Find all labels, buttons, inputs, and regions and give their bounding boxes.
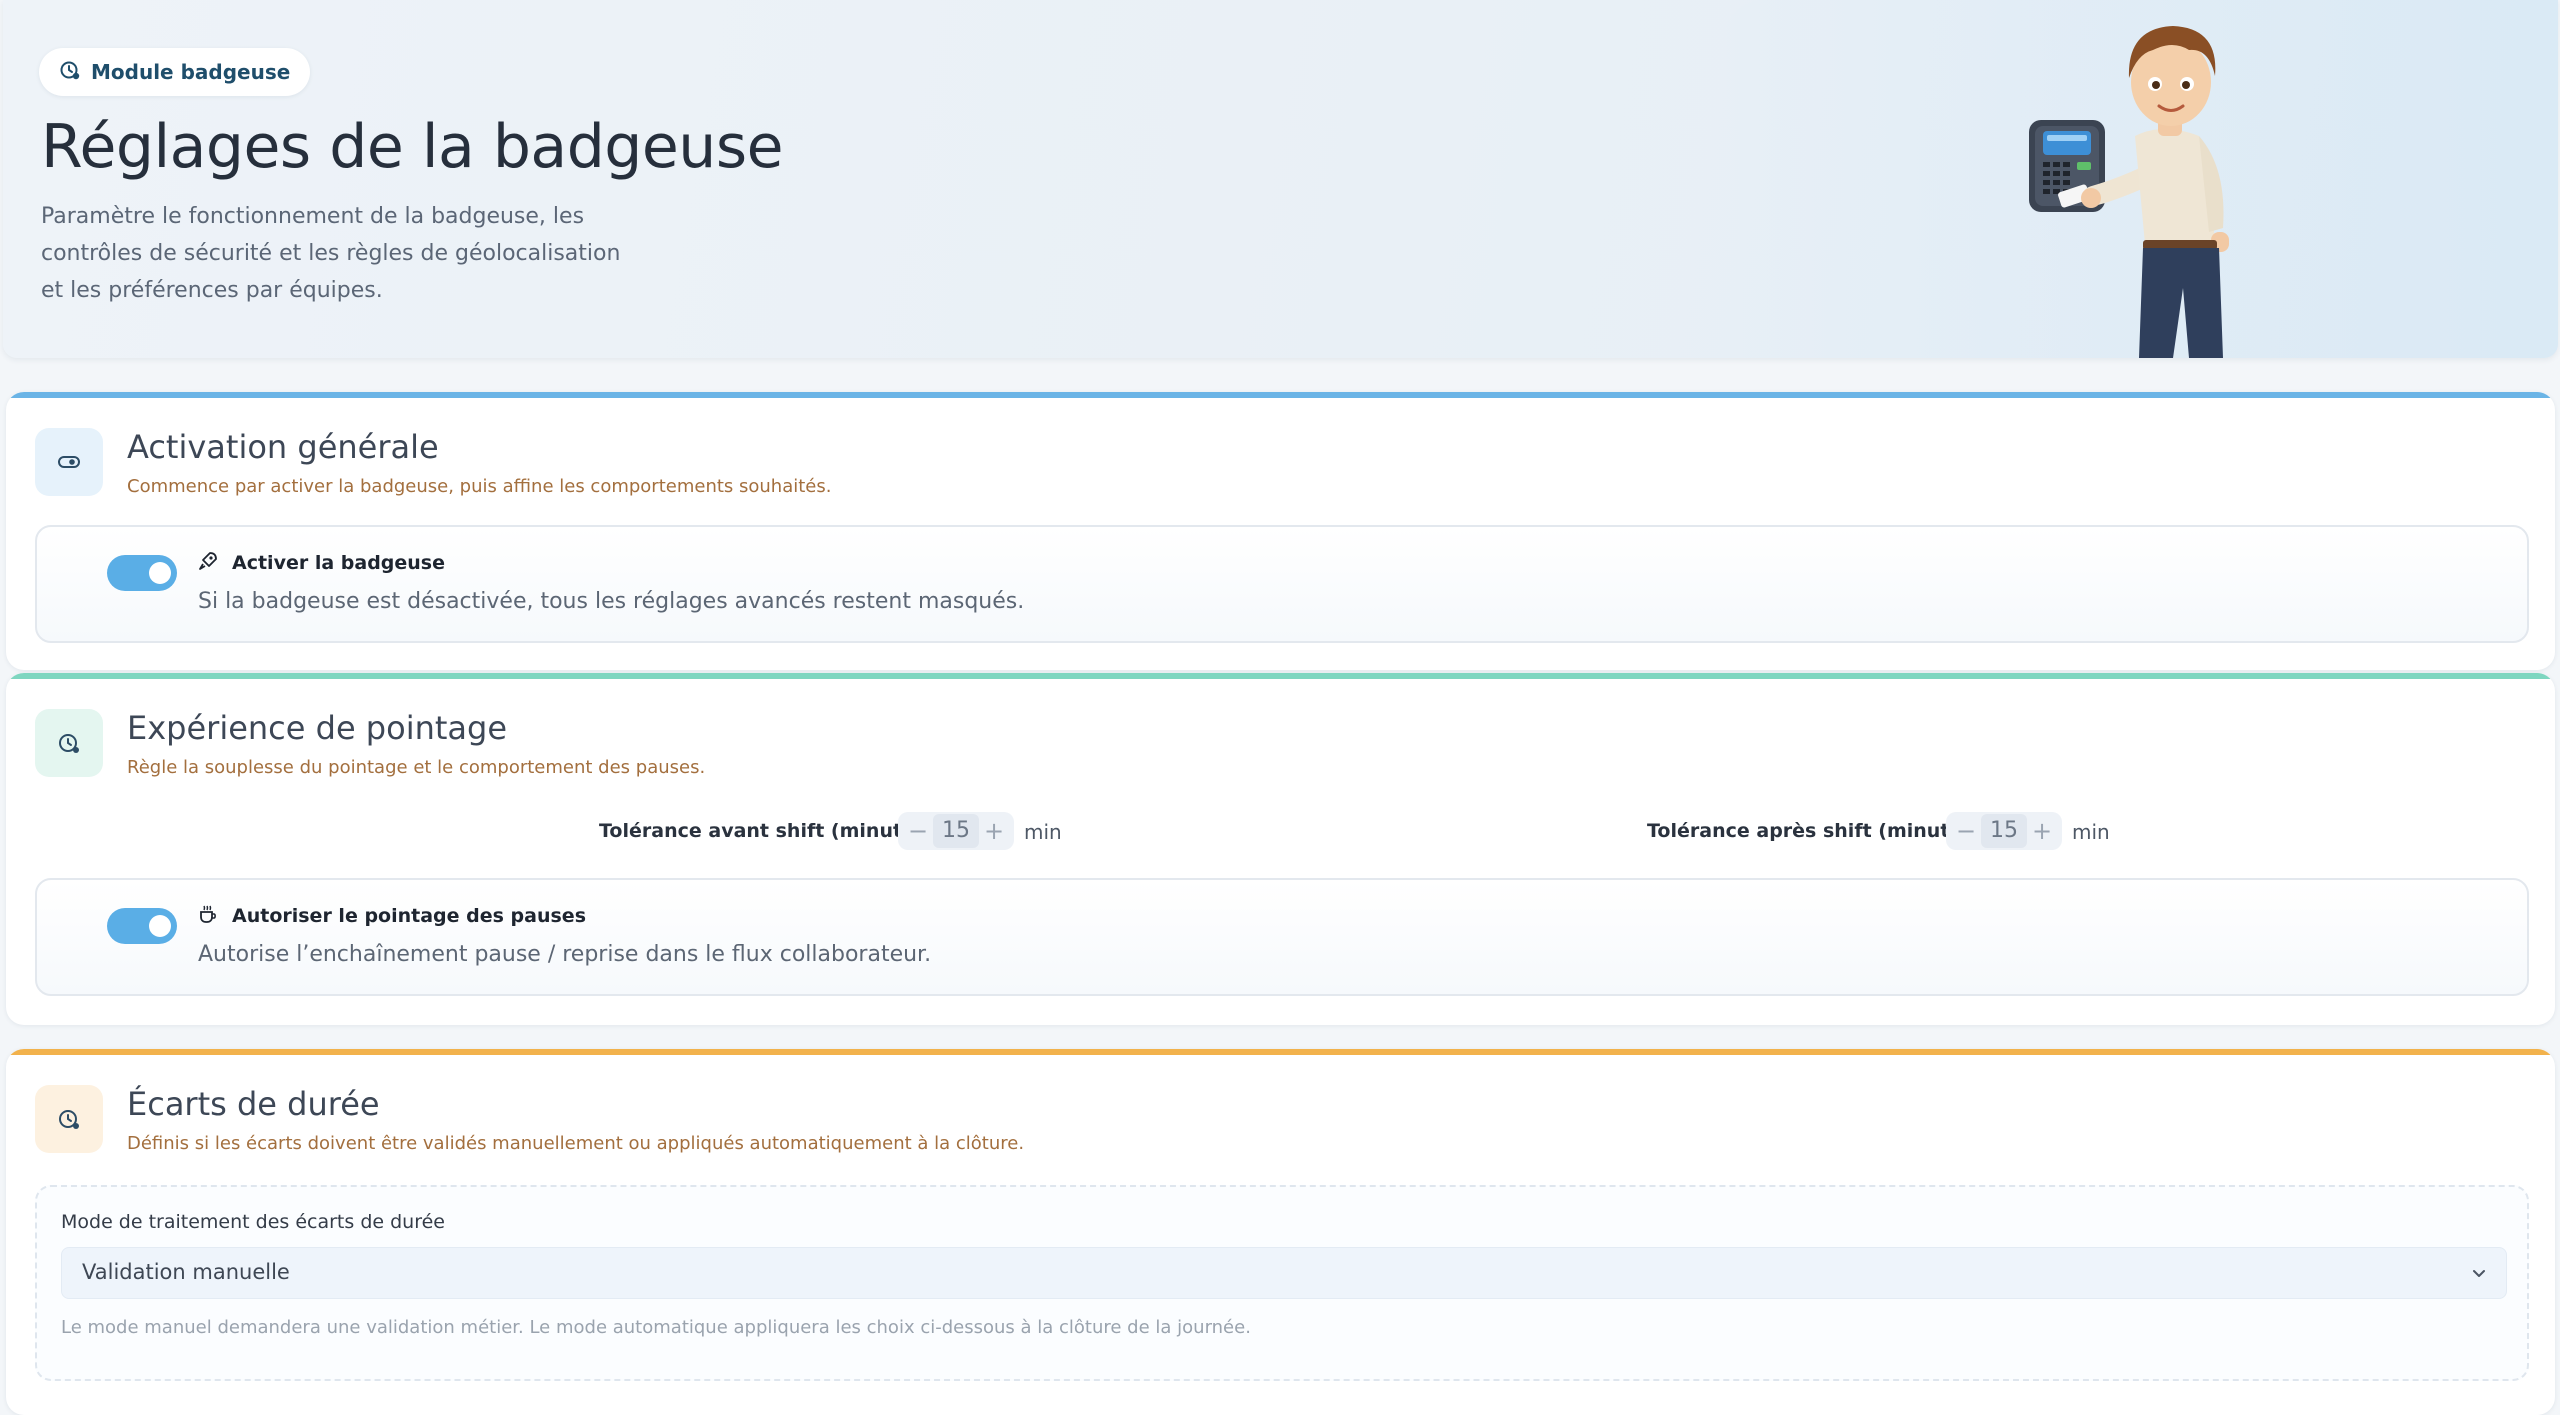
option-label-row: Autoriser le pointage des pauses: [198, 904, 586, 928]
select-value: Validation manuelle: [82, 1260, 290, 1284]
increment-button[interactable]: +: [980, 812, 1008, 850]
section-duration-gaps: Écarts de durée Définis si les écarts do…: [6, 1049, 2555, 1415]
clock-icon: [35, 709, 103, 777]
tolerance-after-input[interactable]: 15: [1981, 814, 2027, 848]
activate-badgeuse-toggle[interactable]: [107, 555, 177, 591]
page-title: Réglages de la badgeuse: [41, 112, 784, 182]
rocket-icon: [198, 551, 218, 575]
section-title: Expérience de pointage: [127, 709, 508, 747]
section-subtitle: Règle la souplesse du pointage et le com…: [127, 757, 706, 778]
option-description: Si la badgeuse est désactivée, tous les …: [198, 589, 1025, 614]
section-subtitle: Commence par activer la badgeuse, puis a…: [127, 476, 832, 497]
tolerance-before-input[interactable]: 15: [933, 814, 979, 848]
section-accent-bar: [6, 392, 2555, 398]
option-label: Autoriser le pointage des pauses: [232, 905, 587, 927]
section-title: Écarts de durée: [127, 1085, 380, 1123]
badgeuse-settings-page: Module badgeuse Réglages de la badgeuse …: [0, 0, 2560, 1415]
employee-badge-illustration: [2013, 18, 2273, 358]
section-subtitle: Définis si les écarts doivent être valid…: [127, 1133, 1025, 1154]
section-experience: Expérience de pointage Règle la soupless…: [6, 673, 2555, 1025]
section-accent-bar: [6, 1049, 2555, 1055]
decrement-button[interactable]: −: [1952, 812, 1980, 850]
hero-banner: Module badgeuse Réglages de la badgeuse …: [3, 0, 2558, 358]
decrement-button[interactable]: −: [904, 812, 932, 850]
option-activate-badgeuse: Activer la badgeuse Si la badgeuse est d…: [35, 525, 2529, 643]
increment-button[interactable]: +: [2028, 812, 2056, 850]
tolerance-before-stepper: − 15 +: [898, 812, 1014, 850]
duration-gap-mode-label: Mode de traitement des écarts de durée: [61, 1211, 445, 1233]
clock-icon: [35, 1085, 103, 1153]
page-description: Paramètre le fonctionnement de la badgeu…: [41, 204, 621, 303]
section-title: Activation générale: [127, 428, 439, 466]
tolerance-before-unit: min: [1024, 820, 1062, 844]
clock-icon: [59, 59, 81, 85]
tolerance-after-unit: min: [2072, 820, 2110, 844]
duration-gap-mode-select[interactable]: Validation manuelle: [61, 1247, 2507, 1299]
tolerance-after-label: Tolérance après shift (minutes): [1647, 820, 1983, 842]
section-activation: Activation générale Commence par activer…: [6, 392, 2555, 670]
coffee-cup-icon: [198, 904, 218, 928]
tolerance-before-label: Tolérance avant shift (minutes): [599, 820, 935, 842]
module-badge-label: Module badgeuse: [91, 60, 291, 84]
chevron-down-icon: [2468, 1262, 2490, 1288]
break-clocking-toggle[interactable]: [107, 908, 177, 944]
toggle-icon: [35, 428, 103, 496]
tolerance-after-stepper: − 15 +: [1946, 812, 2062, 850]
duration-gap-mode-panel: Mode de traitement des écarts de durée V…: [35, 1185, 2529, 1381]
option-label-row: Activer la badgeuse: [198, 551, 445, 575]
option-description: Autorise l’enchaînement pause / reprise …: [198, 942, 932, 967]
section-accent-bar: [6, 673, 2555, 679]
module-badge: Module badgeuse: [39, 48, 311, 96]
option-break-clocking: Autoriser le pointage des pauses Autoris…: [35, 878, 2529, 996]
option-label: Activer la badgeuse: [232, 552, 445, 574]
duration-gap-mode-hint: Le mode manuel demandera une validation …: [61, 1317, 1251, 1338]
